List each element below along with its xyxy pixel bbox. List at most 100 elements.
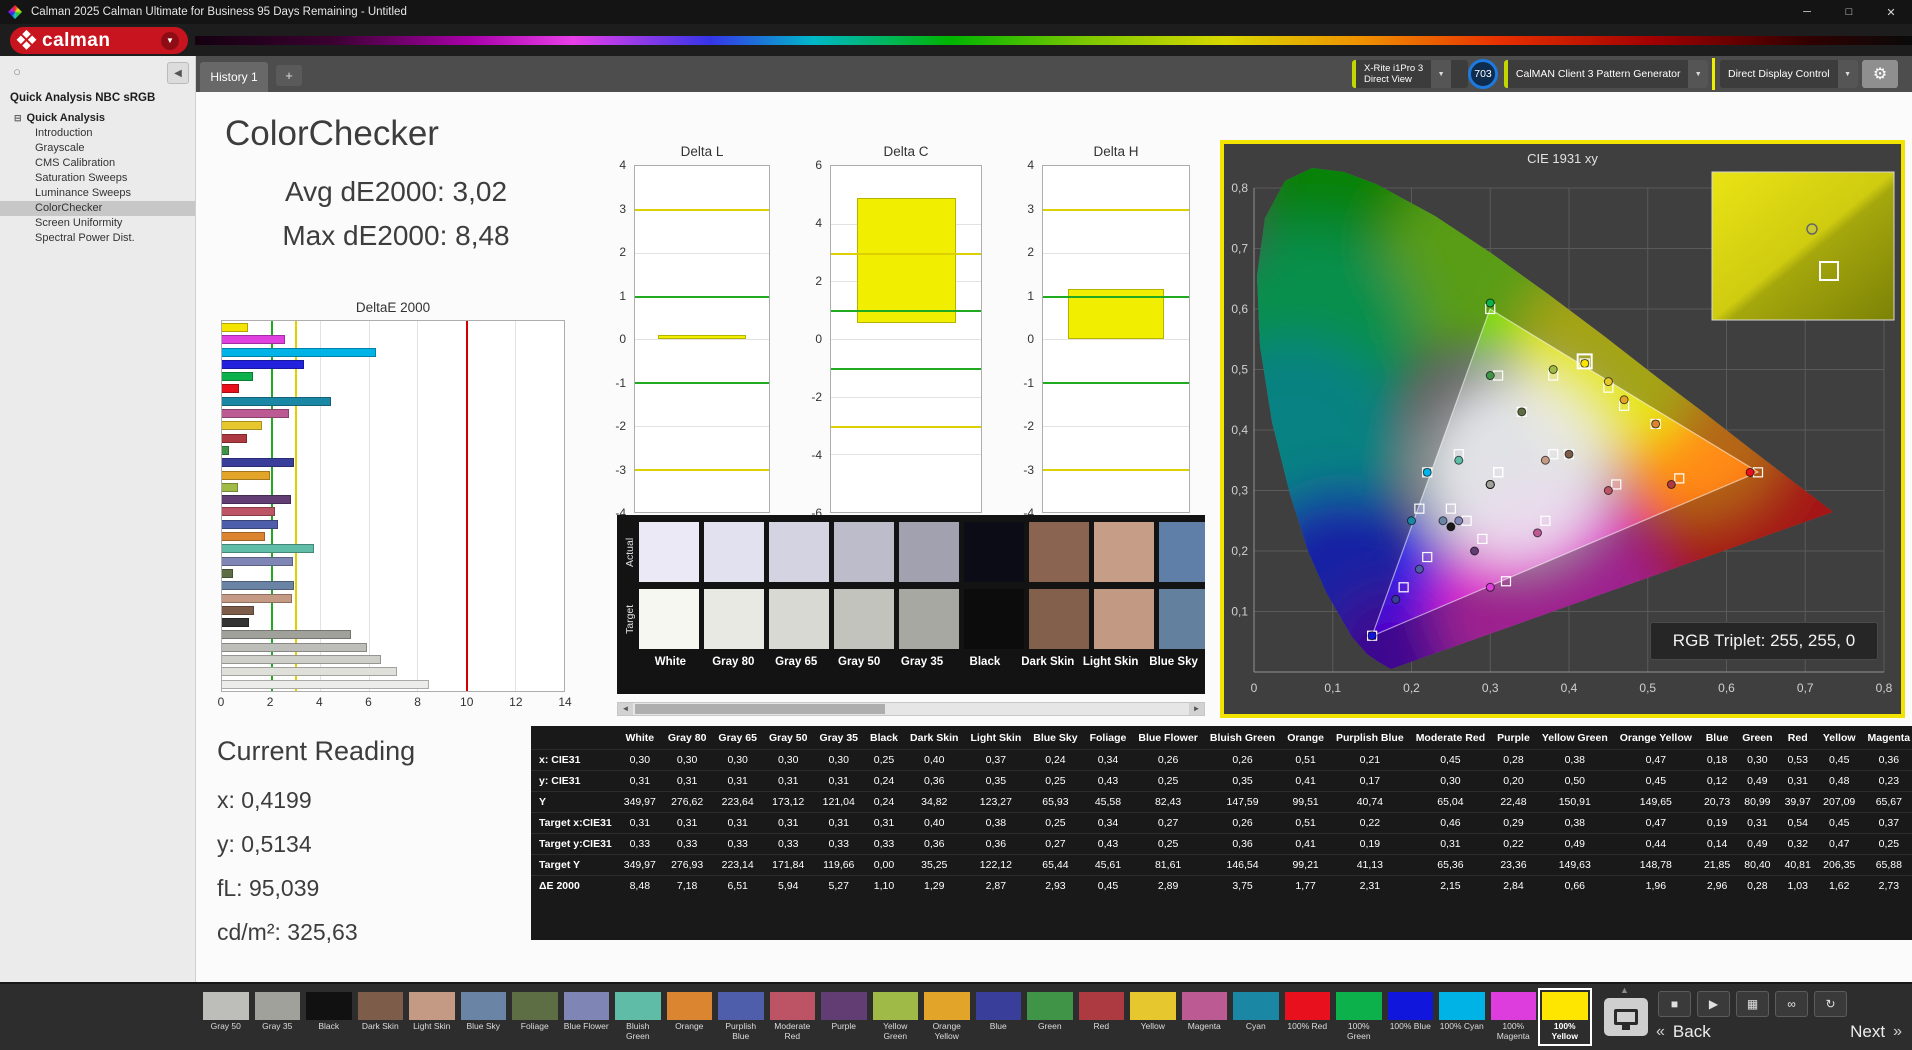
gridline [635,426,769,427]
patch-100-yellow[interactable]: 100% Yellow [1540,990,1590,1044]
delta-c-y-tick: 6 [815,158,822,172]
meter-count-badge[interactable]: 703 [1468,59,1498,89]
continuous-button[interactable]: ∞ [1775,991,1808,1017]
table-row-y: Y349,97276,62223,64173,12121,040,2434,82… [531,792,1912,813]
patch-yellow-green[interactable]: Yellow Green [871,990,921,1044]
table-cell: 65,36 [1410,855,1491,876]
cie-x-tick: 0,3 [1482,681,1499,695]
table-cell: 23,36 [1491,855,1536,876]
patch-orange[interactable]: Orange [665,990,715,1044]
calman-logo-button[interactable]: calman ▼ [10,27,188,54]
patch-blue[interactable]: Blue [974,990,1024,1044]
patch-gray-50[interactable]: Gray 50 [201,990,251,1044]
patch-100-cyan[interactable]: 100% Cyan [1437,990,1487,1044]
sidebar-item-screen-uniformity[interactable]: Screen Uniformity [0,216,195,231]
table-cell: 0,31 [1410,834,1491,855]
patch-magenta[interactable]: Magenta [1180,990,1230,1044]
stop-button[interactable]: ■ [1658,991,1691,1017]
table-cell: 0,40 [904,750,964,771]
patch-gray-35[interactable]: Gray 35 [253,990,303,1044]
sidebar-item-colorchecker[interactable]: ColorChecker [0,201,195,216]
meter-selector[interactable]: X-Rite i1Pro 3 Direct View ▼ [1352,60,1468,88]
sidebar-collapse-button[interactable]: ◀ [167,62,189,84]
patch-cyan[interactable]: Cyan [1231,990,1281,1044]
patch-foliage[interactable]: Foliage [510,990,560,1044]
table-cell: 80,99 [1736,792,1778,813]
cie-measured-point [1423,468,1431,476]
cie-1931-panel[interactable]: 00,10,20,30,40,50,60,70,80,10,20,30,40,5… [1220,140,1905,718]
sidebar-item-grayscale[interactable]: Grayscale [0,141,195,156]
meter-dropdown-icon[interactable]: ▼ [1431,60,1451,88]
deltae-bar-orange-yellow [222,471,270,480]
compare-scrollbar[interactable]: ◄ ► [617,702,1205,716]
patch-green[interactable]: Green [1025,990,1075,1044]
sidebar-item-cms-calibration[interactable]: CMS Calibration [0,156,195,171]
table-cell: 0,33 [618,834,662,855]
compare-scroll-thumb[interactable] [635,704,885,714]
col-header-bluish-green: Bluish Green [1204,726,1281,750]
compare-scroll-track[interactable] [633,703,1189,715]
patch-bluish-green[interactable]: Bluish Green [613,990,663,1044]
scroll-right-icon[interactable]: ► [1189,703,1204,715]
reference-line [1043,469,1189,471]
popup-caret-icon[interactable]: ▲ [1620,985,1629,995]
patch-purplish-blue[interactable]: Purplish Blue [716,990,766,1044]
tab-history-1[interactable]: History 1 [200,62,268,92]
bottom-bar: Gray 50Gray 35BlackDark SkinLight SkinBl… [0,982,1912,1050]
cie-y-tick: 0,5 [1231,363,1248,377]
refresh-button[interactable]: ↻ [1814,991,1847,1017]
patch-100-green[interactable]: 100% Green [1334,990,1384,1044]
patch-light-skin[interactable]: Light Skin [407,990,457,1044]
sidebar-item-spectral-power-dist-[interactable]: Spectral Power Dist. [0,231,195,246]
deltae-bar-bluish-green [222,544,314,553]
minimize-button[interactable]: ─ [1786,0,1828,24]
patch-label: 100% Blue [1388,1022,1434,1032]
logo-menu-caret-icon[interactable]: ▼ [161,32,179,50]
table-cell: 0,12 [1698,771,1736,792]
patch-dark-skin[interactable]: Dark Skin [356,990,406,1044]
patch-blue-sky[interactable]: Blue Sky [459,990,509,1044]
maximize-button[interactable]: □ [1828,0,1870,24]
patch-moderate-red[interactable]: Moderate Red [768,990,818,1044]
delta-c-bar [857,198,956,323]
pattern-generator-selector[interactable]: CalMAN Client 3 Pattern Generator ▼ [1504,60,1708,88]
patch-100-red[interactable]: 100% Red [1283,990,1333,1044]
patch-red[interactable]: Red [1077,990,1127,1044]
patch-orange-yellow[interactable]: Orange Yellow [922,990,972,1044]
close-button[interactable]: ✕ [1870,0,1912,24]
patch-yellow[interactable]: Yellow [1128,990,1178,1044]
table-cell: 0,36 [964,834,1027,855]
back-button[interactable]: « Back [1656,1022,1711,1042]
patch-black[interactable]: Black [304,990,354,1044]
cie-x-tick: 0,8 [1876,681,1893,695]
pattern-generator-dropdown-icon[interactable]: ▼ [1688,60,1708,88]
patch-blue-flower[interactable]: Blue Flower [562,990,612,1044]
workflow-menu-icon[interactable]: ○ [9,64,25,80]
target-swatch-light-skin [1094,589,1154,649]
target-swatch-white [639,589,699,649]
table-cell: 0,00 [864,855,904,876]
patch-purple[interactable]: Purple [819,990,869,1044]
add-tab-button[interactable]: + [276,65,302,86]
play-button[interactable]: ▶ [1697,991,1730,1017]
sidebar-item-luminance-sweeps[interactable]: Luminance Sweeps [0,186,195,201]
scroll-left-icon[interactable]: ◄ [618,703,633,715]
next-button[interactable]: Next » [1850,1022,1902,1042]
settings-gear-icon[interactable]: ⚙ [1862,60,1898,88]
sidebar-item-saturation-sweeps[interactable]: Saturation Sweeps [0,171,195,186]
display-control-selector[interactable]: Direct Display Control ▼ [1720,60,1858,88]
display-control-dropdown-icon[interactable]: ▼ [1838,60,1858,88]
delta-h-y-tick: 3 [1027,202,1034,216]
pattern-button[interactable]: ▦ [1736,991,1769,1017]
table-cell: 0,47 [1614,750,1698,771]
patch-label: Red [1079,1022,1125,1032]
tree-expander-icon[interactable]: ⊟ [14,113,22,124]
cie-x-tick: 0,2 [1403,681,1420,695]
patch-100-blue[interactable]: 100% Blue [1386,990,1436,1044]
patch-swatch-dark-skin [358,992,404,1020]
table-row--e-2000: ΔE 20008,487,186,515,945,271,101,292,872… [531,876,1912,897]
sidebar-item-introduction[interactable]: Introduction [0,126,195,141]
display-preview-button[interactable] [1604,998,1648,1036]
patch-100-magenta[interactable]: 100% Magenta [1489,990,1539,1044]
tree-root-quick-analysis[interactable]: ⊟ Quick Analysis [0,110,195,126]
